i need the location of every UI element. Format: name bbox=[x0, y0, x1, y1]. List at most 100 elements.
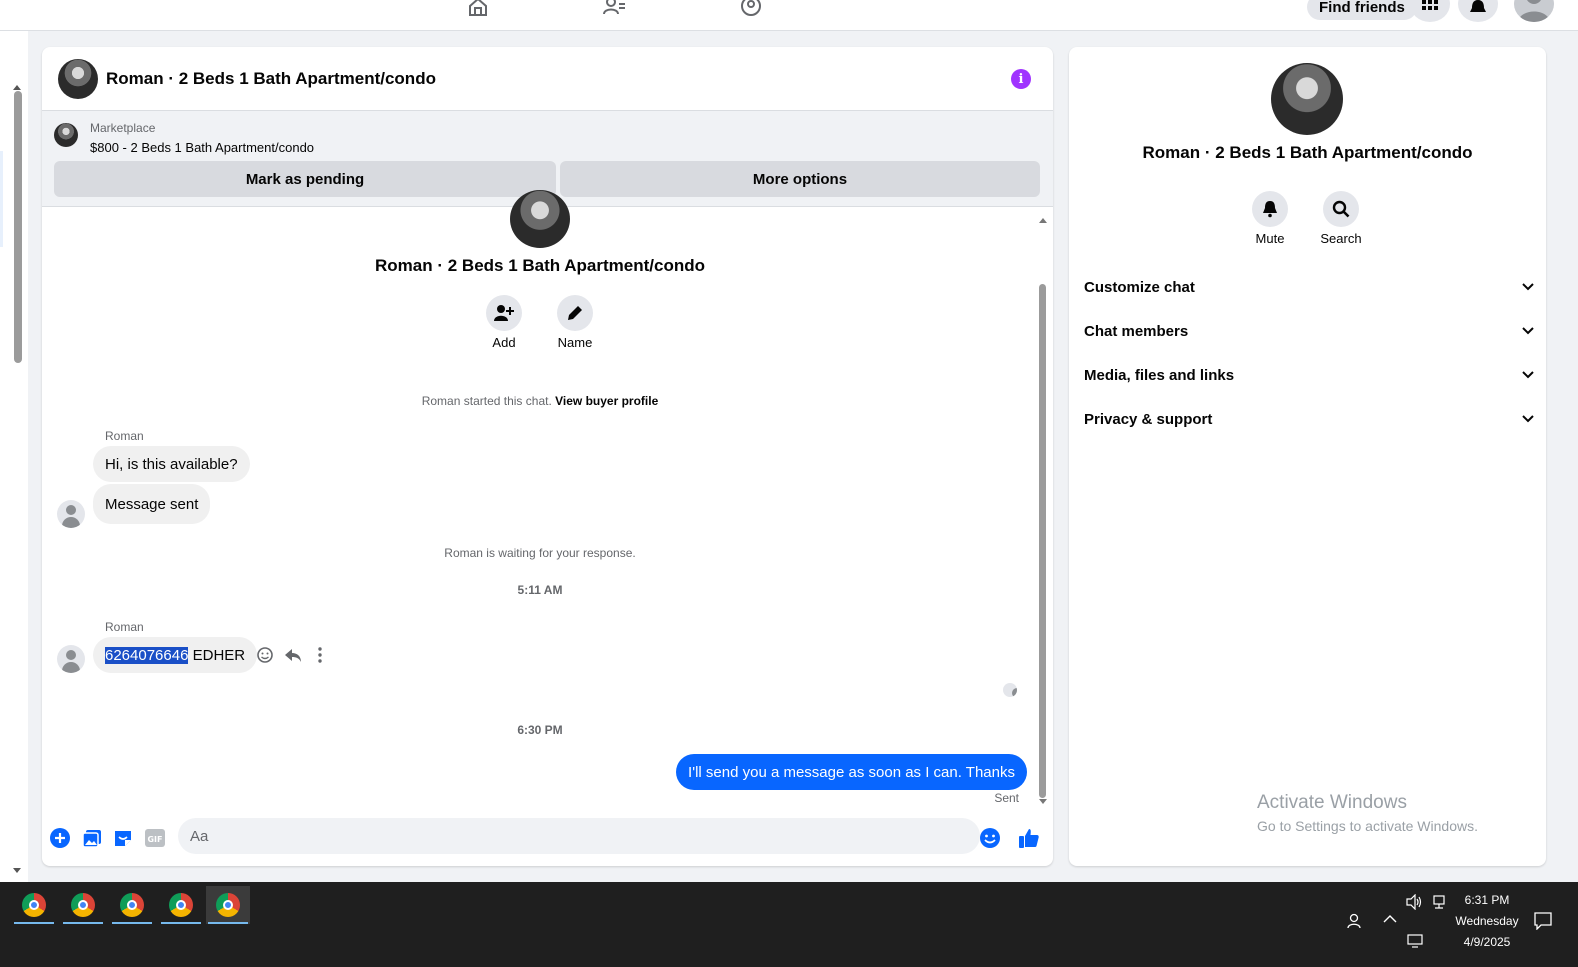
left-scrollbar[interactable] bbox=[0, 31, 28, 882]
name-label: Name bbox=[557, 335, 593, 350]
timestamp: 6:30 PM bbox=[517, 723, 563, 737]
sticker-icon[interactable] bbox=[112, 827, 134, 849]
chat-members-section[interactable]: Chat members bbox=[1084, 311, 1534, 351]
chat-scrollbar[interactable] bbox=[1039, 216, 1047, 806]
groups-icon[interactable] bbox=[738, 0, 764, 16]
display-icon[interactable] bbox=[1406, 934, 1424, 948]
chat-intro-avatar bbox=[510, 190, 570, 248]
plus-circle-icon[interactable] bbox=[49, 827, 71, 849]
mute-button[interactable] bbox=[1252, 191, 1288, 227]
selected-phone-number[interactable]: 6264076646 bbox=[105, 646, 189, 664]
chrome-icon bbox=[22, 893, 46, 917]
waiting-note: Roman is waiting for your response. bbox=[444, 546, 636, 560]
search-label: Search bbox=[1320, 231, 1362, 246]
account-avatar[interactable] bbox=[1514, 0, 1554, 22]
search-icon bbox=[1332, 200, 1350, 218]
chat-scrollbar-thumb[interactable] bbox=[1039, 284, 1046, 798]
message-status: Sent bbox=[994, 791, 1019, 805]
chat-scroll-down-icon[interactable] bbox=[1038, 798, 1048, 806]
chat-started-note: Roman started this chat. View buyer prof… bbox=[421, 394, 659, 408]
sender-name: Roman bbox=[105, 429, 144, 443]
add-person-icon bbox=[494, 305, 514, 321]
top-navigation-bar: Find friends bbox=[0, 0, 1578, 31]
left-scrollbar-thumb[interactable] bbox=[14, 91, 22, 363]
chrome-icon bbox=[216, 893, 240, 917]
sender-name: Roman bbox=[105, 620, 144, 634]
listing-title[interactable]: $800 - 2 Beds 1 Bath Apartment/condo bbox=[90, 140, 314, 155]
chat-panel: Roman · 2 Beds 1 Bath Apartment/condo i … bbox=[42, 47, 1053, 866]
pencil-icon bbox=[568, 306, 582, 320]
read-receipt-avatar bbox=[1003, 683, 1017, 697]
mute-label: Mute bbox=[1255, 231, 1285, 246]
sender-avatar[interactable] bbox=[57, 500, 85, 528]
photo-icon[interactable] bbox=[81, 827, 103, 849]
privacy-support-section[interactable]: Privacy & support bbox=[1084, 399, 1534, 439]
action-center-icon[interactable] bbox=[1534, 912, 1552, 930]
message-input[interactable] bbox=[178, 818, 980, 854]
chrome-icon bbox=[71, 893, 95, 917]
info-icon[interactable]: i bbox=[1011, 69, 1031, 89]
chevron-down-icon bbox=[1522, 415, 1534, 423]
chevron-down-icon bbox=[1522, 327, 1534, 335]
chat-scroll-up-icon[interactable] bbox=[1038, 216, 1048, 224]
scroll-up-arrow-icon[interactable] bbox=[12, 83, 22, 91]
chevron-down-icon bbox=[1522, 371, 1534, 379]
mark-as-pending-button[interactable]: Mark as pending bbox=[54, 161, 556, 197]
message-bubble[interactable]: Hi, is this available? bbox=[93, 446, 250, 482]
chrome-icon bbox=[169, 893, 193, 917]
windows-taskbar: 6:31 PM Wednesday 4/9/2025 bbox=[0, 882, 1578, 967]
friends-icon[interactable] bbox=[602, 0, 628, 16]
volume-icon[interactable] bbox=[1405, 894, 1423, 910]
system-clock[interactable]: 6:31 PM Wednesday 4/9/2025 bbox=[1448, 890, 1526, 953]
taskbar-chrome-window-active[interactable] bbox=[206, 886, 250, 924]
taskbar-chrome-window[interactable] bbox=[12, 886, 56, 924]
message-composer: GIF bbox=[42, 813, 1053, 863]
message-bubble[interactable]: Message sent bbox=[93, 484, 211, 524]
home-icon[interactable] bbox=[465, 0, 491, 16]
my-message-bubble[interactable]: I'll send you a message as soon as I can… bbox=[676, 754, 1027, 790]
search-button[interactable] bbox=[1323, 191, 1359, 227]
chrome-icon bbox=[120, 893, 144, 917]
more-vertical-icon[interactable] bbox=[312, 645, 328, 665]
timestamp: 5:11 AM bbox=[517, 583, 563, 597]
thumbs-up-icon[interactable] bbox=[1018, 827, 1040, 849]
sender-avatar[interactable] bbox=[57, 645, 85, 673]
chat-intro-title: Roman · 2 Beds 1 Bath Apartment/condo bbox=[375, 256, 705, 275]
chevron-down-icon bbox=[1522, 283, 1534, 291]
network-icon[interactable] bbox=[1432, 894, 1446, 910]
add-label: Add bbox=[492, 335, 516, 350]
left-nav-edge bbox=[0, 151, 3, 247]
listing-thumbnail[interactable] bbox=[54, 123, 78, 147]
activate-windows-watermark: Activate Windows Go to Settings to activ… bbox=[1257, 792, 1478, 834]
svg-text:GIF: GIF bbox=[147, 835, 162, 844]
taskbar-chrome-window[interactable] bbox=[159, 886, 203, 924]
listing-avatar[interactable] bbox=[58, 58, 98, 99]
message-bubble[interactable]: 6264076646 EDHER bbox=[93, 637, 258, 673]
taskbar-chrome-window[interactable] bbox=[110, 886, 154, 924]
reply-icon[interactable] bbox=[283, 645, 303, 665]
taskbar-chrome-window[interactable] bbox=[61, 886, 105, 924]
chat-details-panel: Roman · 2 Beds 1 Bath Apartment/condo Mu… bbox=[1069, 47, 1546, 866]
chevron-up-icon[interactable] bbox=[1383, 914, 1397, 924]
more-options-button[interactable]: More options bbox=[560, 161, 1040, 197]
find-friends-button[interactable]: Find friends bbox=[1307, 0, 1417, 20]
customize-chat-section[interactable]: Customize chat bbox=[1084, 267, 1534, 307]
edit-name-button[interactable] bbox=[557, 295, 593, 331]
media-files-links-section[interactable]: Media, files and links bbox=[1084, 355, 1534, 395]
view-buyer-profile-link[interactable]: View buyer profile bbox=[555, 394, 658, 408]
details-avatar[interactable] bbox=[1271, 63, 1343, 135]
add-person-button[interactable] bbox=[486, 295, 522, 331]
bell-icon bbox=[1263, 201, 1277, 218]
details-title: Roman · 2 Beds 1 Bath Apartment/condo bbox=[1142, 143, 1473, 162]
chat-title[interactable]: Roman · 2 Beds 1 Bath Apartment/condo bbox=[106, 69, 436, 89]
menu-grid-icon[interactable] bbox=[1410, 0, 1450, 22]
message-list: Roman · 2 Beds 1 Bath Apartment/condo Ad… bbox=[42, 190, 1053, 806]
scroll-down-arrow-icon[interactable] bbox=[12, 867, 22, 875]
chat-header: Roman · 2 Beds 1 Bath Apartment/condo i bbox=[42, 47, 1053, 111]
react-emoji-icon[interactable] bbox=[255, 645, 275, 665]
emoji-icon[interactable] bbox=[979, 827, 1001, 849]
marketplace-label: Marketplace bbox=[90, 121, 156, 135]
notifications-bell-icon[interactable] bbox=[1458, 0, 1498, 22]
gif-icon[interactable]: GIF bbox=[144, 827, 166, 849]
people-icon[interactable] bbox=[1346, 912, 1364, 930]
